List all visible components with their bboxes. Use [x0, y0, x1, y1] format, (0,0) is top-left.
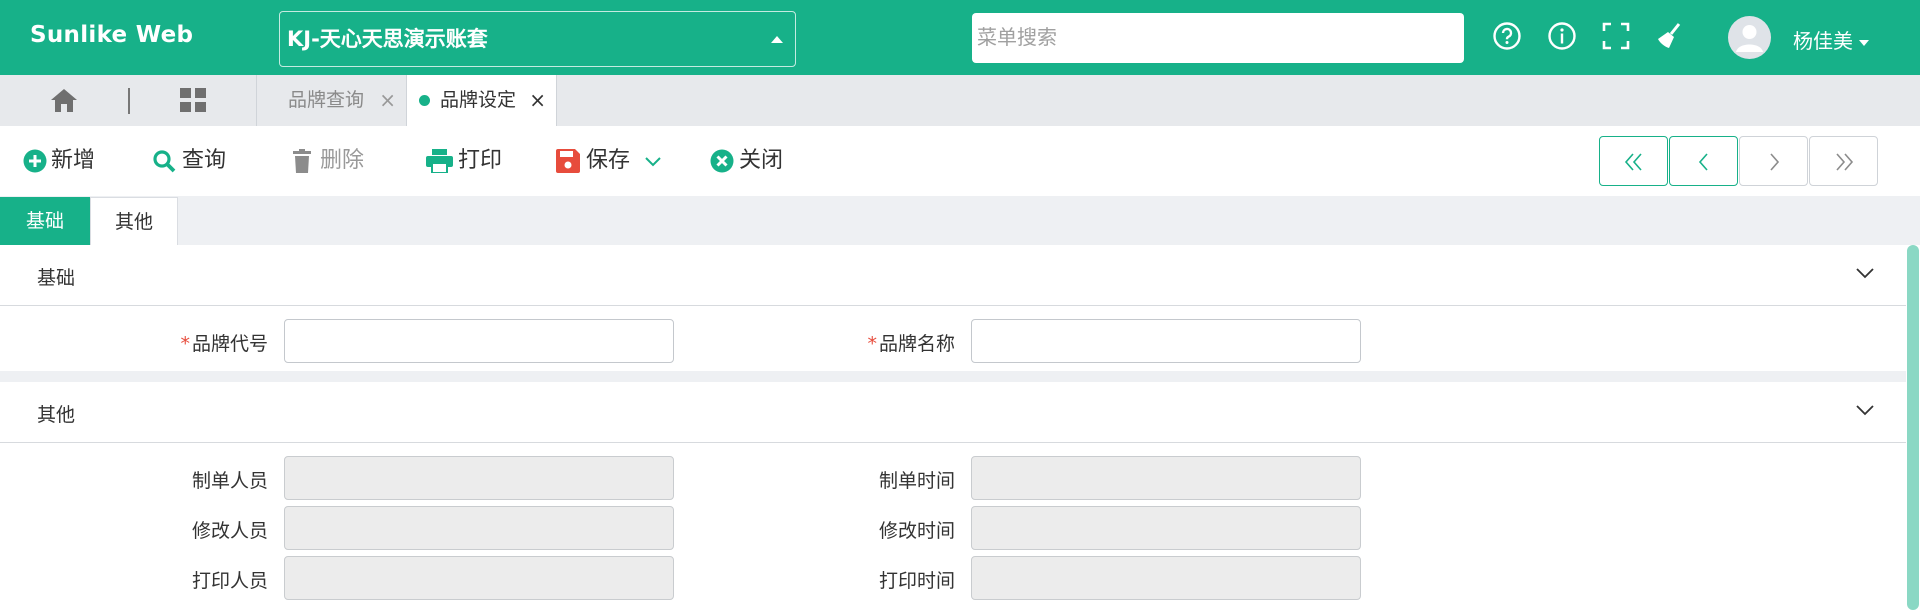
close-circle-icon — [710, 149, 734, 173]
create-time-field — [971, 456, 1361, 500]
section-other: 其他 制单人员 制单时间 修改人员 修改时间 打印人员 打印时间 — [0, 382, 1906, 610]
chevron-left-icon — [1698, 153, 1708, 171]
active-dot-icon — [419, 95, 430, 106]
top-bar: Sunlike Web KJ-天心天思演示账套 杨佳美 — [0, 0, 1920, 75]
caret-up-icon — [771, 36, 783, 43]
trash-icon — [293, 149, 311, 173]
home-icon[interactable] — [50, 87, 78, 113]
brand-logo: Sunlike Web — [30, 22, 194, 48]
create-time-label: 制单时间 — [878, 470, 955, 492]
close-icon[interactable]: × — [379, 75, 396, 126]
first-record-button[interactable] — [1599, 136, 1668, 186]
modifier-label: 修改人员 — [191, 520, 268, 542]
creator-label: 制单人员 — [191, 470, 268, 492]
plus-circle-icon — [23, 149, 47, 173]
caret-down-icon — [1859, 39, 1869, 46]
section-basic: 基础 * 品牌代号 * 品牌名称 — [0, 245, 1906, 371]
last-record-button[interactable] — [1809, 136, 1878, 186]
brand-name-input[interactable] — [971, 319, 1361, 363]
avatar[interactable] — [1728, 16, 1771, 59]
tab-brand-query[interactable]: 品牌查询 × — [257, 75, 406, 126]
chevrons-right-icon — [1836, 153, 1854, 171]
required-mark: * — [180, 333, 190, 355]
chevron-down-icon[interactable] — [645, 157, 661, 167]
tab-strip: 品牌查询 × 品牌设定 × — [0, 75, 1920, 126]
scrollbar-thumb[interactable] — [1907, 245, 1919, 610]
fullscreen-icon[interactable] — [1601, 21, 1631, 51]
grid-icon[interactable] — [179, 87, 207, 113]
account-selector-label: KJ-天心天思演示账套 — [287, 27, 488, 51]
printer-label: 打印人员 — [191, 570, 268, 592]
modify-time-label: 修改时间 — [878, 520, 955, 542]
subtab-other[interactable]: 其他 — [90, 197, 178, 245]
user-menu[interactable]: 杨佳美 — [1793, 25, 1869, 54]
print-time-field — [971, 556, 1361, 600]
chevron-down-icon — [1856, 268, 1874, 279]
section-title: 基础 — [37, 267, 76, 289]
user-icon — [1736, 25, 1763, 52]
modify-time-field — [971, 506, 1361, 550]
close-icon[interactable]: × — [529, 75, 546, 126]
save-icon — [556, 149, 580, 173]
next-record-button[interactable] — [1739, 136, 1808, 186]
tab-label: 品牌设定 — [440, 89, 517, 111]
creator-field — [284, 456, 674, 500]
section-title: 其他 — [37, 404, 76, 426]
brand-code-label: * 品牌代号 — [180, 333, 268, 355]
info-icon[interactable] — [1547, 21, 1577, 51]
section-other-header[interactable]: 其他 — [0, 382, 1906, 443]
divider — [128, 88, 130, 114]
clean-icon[interactable] — [1655, 21, 1685, 51]
printer-icon — [426, 149, 453, 173]
help-icon[interactable] — [1492, 21, 1522, 51]
tab-label: 品牌查询 — [288, 89, 365, 111]
chevrons-left-icon — [1624, 153, 1642, 171]
print-time-label: 打印时间 — [878, 570, 955, 592]
section-basic-header[interactable]: 基础 — [0, 245, 1906, 306]
prev-record-button[interactable] — [1669, 136, 1738, 186]
brand-code-input[interactable] — [284, 319, 674, 363]
username-label: 杨佳美 — [1793, 29, 1853, 53]
brand-name-label: * 品牌名称 — [867, 333, 955, 355]
search-icon — [153, 150, 176, 173]
section-gap — [0, 371, 1906, 382]
modifier-field — [284, 506, 674, 550]
account-selector[interactable]: KJ-天心天思演示账套 — [279, 11, 796, 67]
required-mark: * — [867, 333, 877, 355]
menu-search-input[interactable] — [972, 13, 1464, 63]
tab-brand-settings[interactable]: 品牌设定 × — [406, 75, 557, 126]
toolbar: 新增 查询 删除 打印 保存 关闭 — [0, 126, 1920, 196]
chevron-right-icon — [1770, 153, 1780, 171]
printer-field — [284, 556, 674, 600]
chevron-down-icon — [1856, 405, 1874, 416]
subtab-basic[interactable]: 基础 — [0, 197, 90, 245]
